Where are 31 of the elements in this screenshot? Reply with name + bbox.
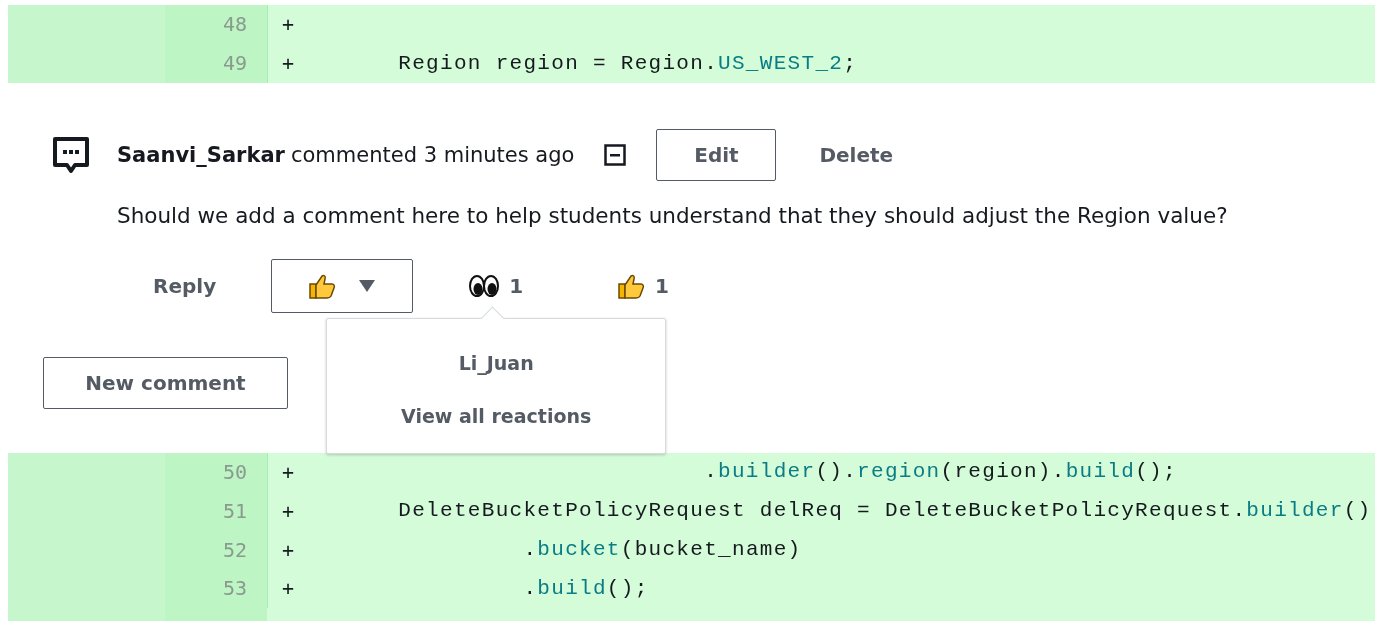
new-comment-button[interactable]: New comment bbox=[43, 356, 288, 409]
line-number: 48 bbox=[222, 12, 247, 37]
edit-button[interactable]: Edit bbox=[656, 128, 777, 181]
added-line-marker: + bbox=[282, 12, 296, 37]
comment-author: Saanvi_Sarkar bbox=[117, 142, 285, 167]
code-line: .bucket(bucket_name) bbox=[522, 538, 802, 562]
comment-timestamp: commented 3 minutes ago bbox=[290, 142, 575, 167]
line-number: 50 bbox=[222, 460, 247, 484]
line-number: 51 bbox=[222, 498, 247, 523]
line-number: 52 bbox=[222, 537, 247, 562]
reaction-count-button[interactable]: 1 bbox=[617, 272, 670, 299]
line-number: 49 bbox=[222, 51, 247, 76]
added-line-marker: + bbox=[282, 537, 296, 562]
reaction-picker[interactable] bbox=[271, 258, 414, 313]
added-line-marker: + bbox=[282, 460, 296, 484]
collapse-icon[interactable] bbox=[604, 143, 627, 166]
code-line: Region region = Region.US_WEST_2; bbox=[397, 51, 858, 75]
added-line-marker: + bbox=[282, 498, 296, 523]
code-line: DeleteBucketPolicyRequest delReq = DeleteBucketPolicyRequest.builder() bbox=[397, 499, 1372, 523]
code-line: .build(); bbox=[522, 576, 649, 600]
thumbs-up-icon bbox=[617, 272, 646, 299]
added-line-marker: + bbox=[282, 576, 296, 601]
caret-icon bbox=[358, 278, 377, 293]
view-all-reactions-link[interactable]: View all reactions bbox=[401, 404, 592, 427]
thumbs-up-icon bbox=[308, 272, 337, 299]
code-line: .builder().region(region).build(); bbox=[703, 460, 1177, 484]
reaction-user-name: Li_Juan bbox=[458, 351, 534, 374]
comment-text: Should we add a comment here to help students understand that they should adjust the Region value? bbox=[117, 202, 1229, 228]
line-number: 53 bbox=[222, 576, 247, 601]
added-line-marker: + bbox=[282, 51, 296, 76]
comment-icon bbox=[51, 134, 91, 175]
